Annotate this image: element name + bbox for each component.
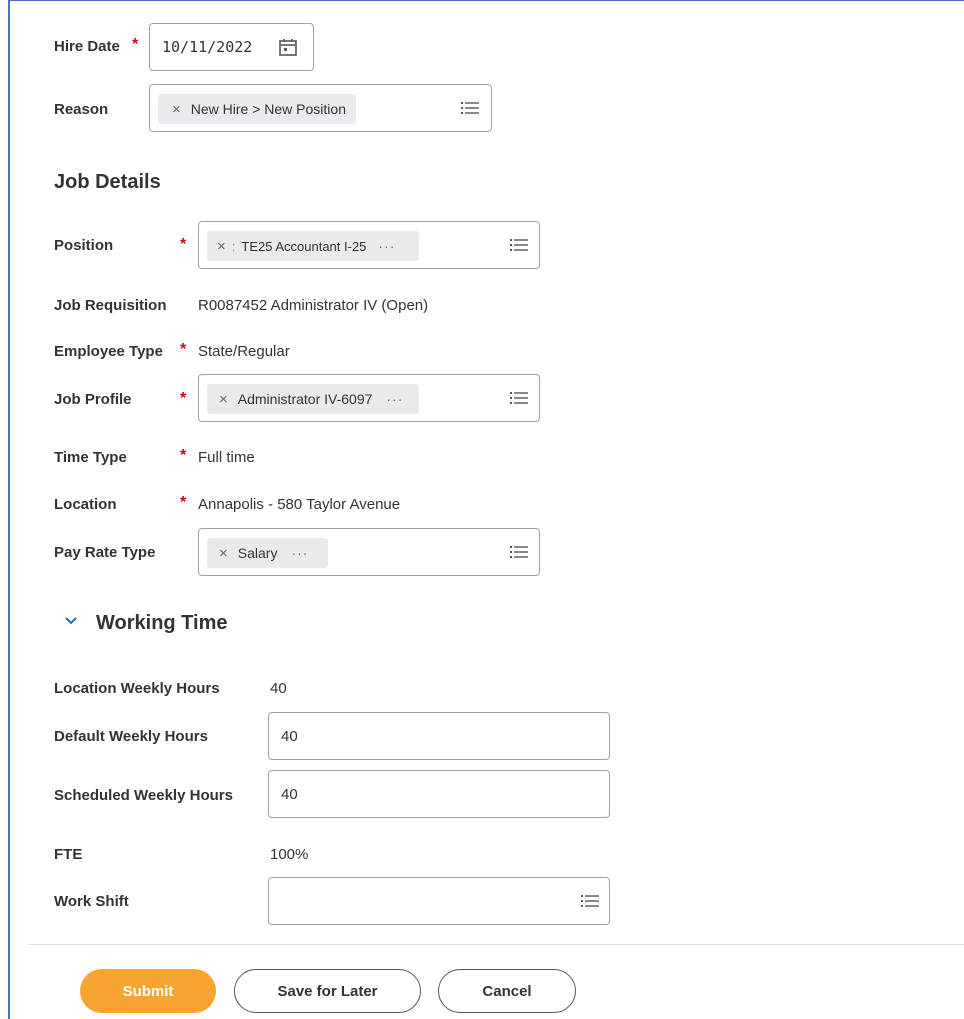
- list-icon[interactable]: [510, 391, 528, 405]
- working-time-heading[interactable]: Working Time: [96, 612, 228, 635]
- fte-value: 100%: [270, 846, 309, 863]
- time-type-value: Full time: [198, 449, 255, 466]
- required-marker: *: [180, 236, 187, 253]
- list-icon[interactable]: [461, 101, 479, 115]
- pay-rate-type-chip-label: Salary: [237, 545, 278, 561]
- more-icon[interactable]: ···: [291, 545, 308, 561]
- default-weekly-hours-label: Default Weekly Hours: [54, 728, 208, 745]
- time-type-label: Time Type: [54, 449, 127, 466]
- location-weekly-hours-value: 40: [270, 680, 287, 697]
- remove-icon[interactable]: ×: [217, 238, 226, 255]
- hire-date-value: 10/11/2022: [162, 38, 253, 56]
- footer-divider: [28, 944, 964, 945]
- required-marker: *: [180, 447, 187, 464]
- submit-button[interactable]: Submit: [80, 969, 216, 1013]
- fte-label: FTE: [54, 846, 83, 863]
- list-icon[interactable]: [510, 545, 528, 559]
- position-label: Position: [54, 237, 114, 254]
- hire-date-label: Hire Date: [54, 38, 120, 55]
- job-profile-label: Job Profile: [54, 391, 132, 408]
- pay-rate-type-field[interactable]: × Salary ···: [198, 528, 540, 576]
- remove-icon[interactable]: ×: [219, 545, 228, 562]
- job-profile-chip[interactable]: × Administrator IV-6097 ···: [207, 384, 420, 414]
- cancel-button[interactable]: Cancel: [438, 969, 576, 1013]
- list-icon[interactable]: [581, 894, 599, 908]
- pay-rate-type-chip[interactable]: × Salary ···: [207, 538, 329, 568]
- more-icon[interactable]: ···: [386, 391, 403, 407]
- location-value: Annapolis - 580 Taylor Avenue: [198, 496, 401, 513]
- job-profile-chip-label: Administrator IV-6097: [237, 391, 373, 407]
- work-shift-label: Work Shift: [54, 893, 129, 910]
- remove-icon[interactable]: ×: [219, 391, 228, 408]
- required-marker: *: [180, 494, 187, 511]
- location-label: Location: [54, 496, 117, 513]
- frame-top-border: [8, 0, 964, 1]
- required-marker: *: [132, 36, 139, 53]
- job-requisition-value[interactable]: R0087452 Administrator IV (Open): [198, 297, 428, 314]
- frame-border: [8, 0, 10, 1019]
- scheduled-weekly-hours-value: 40: [281, 786, 298, 803]
- scheduled-weekly-hours-input[interactable]: 40: [268, 770, 610, 818]
- employee-type-value: State/Regular: [198, 343, 290, 360]
- position-field[interactable]: × : TE25 Accountant I-25 ···: [198, 221, 540, 269]
- default-weekly-hours-value: 40: [281, 728, 298, 745]
- scheduled-weekly-hours-label: Scheduled Weekly Hours: [54, 787, 233, 804]
- required-marker: *: [180, 390, 187, 407]
- reason-chip[interactable]: × New Hire > New Position: [158, 94, 356, 124]
- hire-date-field[interactable]: 10/11/2022: [149, 23, 314, 71]
- location-weekly-hours-label: Location Weekly Hours: [54, 680, 220, 697]
- position-chip[interactable]: × : TE25 Accountant I-25 ···: [207, 231, 420, 261]
- job-requisition-label: Job Requisition: [54, 297, 167, 314]
- work-shift-field[interactable]: [268, 877, 610, 925]
- list-icon[interactable]: [510, 238, 528, 252]
- calendar-icon[interactable]: [278, 37, 298, 57]
- pay-rate-type-label: Pay Rate Type: [54, 544, 156, 561]
- reason-field[interactable]: × New Hire > New Position: [149, 84, 492, 132]
- position-chip-prefix: :: [231, 238, 236, 254]
- reason-chip-label: New Hire > New Position: [190, 101, 346, 117]
- more-icon[interactable]: ···: [378, 238, 395, 254]
- position-chip-label: TE25 Accountant I-25: [241, 238, 367, 254]
- job-details-heading: Job Details: [54, 171, 161, 193]
- reason-label: Reason: [54, 101, 109, 118]
- remove-icon[interactable]: ×: [172, 101, 181, 118]
- job-profile-field[interactable]: × Administrator IV-6097 ···: [198, 374, 540, 422]
- default-weekly-hours-input[interactable]: 40: [268, 712, 610, 760]
- required-marker: *: [180, 341, 187, 358]
- save-for-later-button[interactable]: Save for Later: [234, 969, 421, 1013]
- employee-type-label: Employee Type: [54, 343, 163, 360]
- chevron-down-icon[interactable]: [64, 616, 78, 626]
